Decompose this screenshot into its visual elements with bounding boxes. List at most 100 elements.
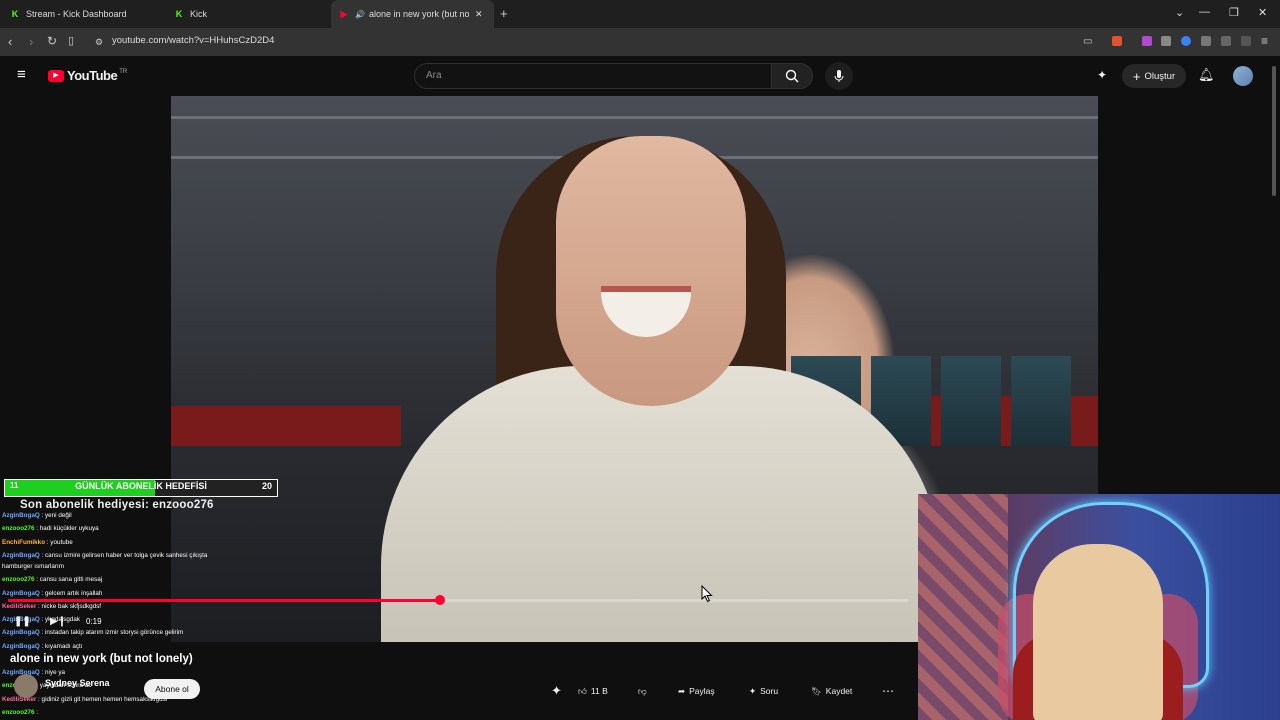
chat-message: AzginBogaQ : niye ya [2,669,65,676]
tab-search-icon[interactable]: ⌄ [1175,6,1184,19]
like-button[interactable]: 👍︎ 11 B [578,681,608,701]
region-code: TR [119,68,128,75]
close-tab-icon[interactable]: ✕ [475,9,483,20]
sub-goal-label: GÜNLÜK ABONELİK HEDEFİSİ [75,481,207,491]
train-window [941,356,1001,446]
save-label: Kaydet [825,686,853,696]
video-title: alone in new york (but not lonely) [10,653,193,665]
back-icon[interactable]: ‹ [8,34,12,49]
video-scrubber-handle[interactable] [435,595,445,605]
chat-message: EnchiFumikko : youtube [2,539,73,546]
current-time: 0:19 [86,617,102,626]
mouse-cursor-icon [701,585,713,603]
channel-name[interactable]: Sydney Serena [45,678,110,688]
search-input[interactable] [414,63,772,89]
dislike-button[interactable]: 👎︎ [638,681,647,701]
cast-icon[interactable]: ▭ [1083,36,1092,47]
more-actions-button[interactable]: ⋯ [882,681,894,701]
channel-avatar[interactable] [14,674,38,698]
close-window-icon[interactable]: ✕ [1258,6,1267,19]
voice-search-button[interactable] [825,62,853,90]
chat-message: enzooo276 : hadi küçükler uykuya [2,525,99,532]
sub-goal-target: 20 [262,481,273,491]
music-icon[interactable] [1221,36,1231,46]
reload-icon[interactable]: ↻ [47,34,57,48]
site-info-icon[interactable]: ⚙ [95,37,103,48]
video-subject-face [556,136,746,406]
chat-message: hamburger ısmarlarım [2,563,64,570]
studio-icon[interactable]: ✦ [1097,68,1107,82]
puzzle-icon[interactable] [1201,36,1211,46]
more-icon: ⋯ [882,684,894,698]
create-button[interactable]: + Oluştur [1122,64,1186,88]
sub-goal-current: 11 [10,481,19,490]
account-avatar[interactable] [1233,66,1253,86]
search-placeholder: Ara [426,70,442,81]
youtube-logo[interactable]: ▶ YouTube TR [48,68,127,83]
chat-message: KediliSeker : nicke bak skfjsdkgdsf [2,603,102,610]
speaker-icon: 🔊 [355,9,365,19]
share-button[interactable]: ➦ Paylaş [678,681,715,701]
like-count: 11 B [590,686,608,696]
logo-text: YouTube [67,68,118,83]
subscribe-button[interactable]: Abone ol [144,679,200,699]
forward-icon[interactable]: › [29,34,33,49]
chat-message: enzooo276 : cansu sana gitti mesaj [2,576,103,583]
thumbs-up-icon: 👍︎ [578,685,587,696]
thumbs-down-icon: 👎︎ [638,685,647,696]
bookmark-icon[interactable]: ▯ [68,34,74,47]
tab-kick-dashboard[interactable]: K Stream - Kick Dashboard [10,0,127,28]
maximize-icon[interactable]: ❐ [1229,6,1239,19]
notifications-bell-icon[interactable]: 🔔︎ [1198,67,1215,83]
sparkle-icon: ✦ [749,685,757,696]
hamburger-menu-icon[interactable]: ≡ [17,66,26,83]
brave-shield-icon[interactable] [1112,36,1122,46]
kick-icon: K [11,9,19,19]
chat-message: AzginBogaQ : cansu izmire gelirsen haber… [2,552,208,559]
share-label: Paylaş [689,686,715,696]
bookmark-icon: 🔖︎ [811,685,822,696]
minimize-icon[interactable]: — [1199,6,1210,18]
plus-icon: + [1132,68,1141,84]
address-bar[interactable]: youtube.com/watch?v=HHuhsCzD2D4 [112,35,274,46]
tab-label: Stream - Kick Dashboard [26,9,127,19]
chat-message: AzginBogaQ : instadan takip atarım izmir… [2,629,184,636]
youtube-logo-icon: ▶ [48,69,64,82]
wall-decor [918,494,1008,720]
youtube-icon: ▶ [340,8,348,19]
next-icon[interactable]: ▶❙ [50,616,66,627]
extension-icon[interactable] [1142,36,1152,46]
last-subscription-gift: Son abonelik hediyesi: enzooo276 [20,499,214,511]
create-label: Oluştur [1144,70,1176,82]
chat-message: AzginBogaQ : gelcem artık inşallah [2,590,103,597]
chat-message: AzginBogaQ : yeni değil [2,512,72,519]
streamer [1033,544,1163,720]
browser-tab-strip: K Stream - Kick Dashboard K Kick ▶ 🔊 alo… [0,0,1280,28]
share-icon: ➦ [678,685,686,696]
sparkle-icon[interactable]: ✦ [551,683,562,699]
pause-icon[interactable]: ❚❚ [14,616,31,627]
extension-icon[interactable] [1181,36,1191,46]
extension-icon[interactable] [1161,36,1171,46]
ask-label: Soru [760,686,779,696]
sidebar-icon[interactable] [1241,36,1251,46]
chat-message: enzooo276 : [2,709,39,716]
train-stripe [171,406,401,446]
ceiling-beam [171,116,1098,119]
search-icon [785,69,799,83]
kick-icon: K [175,9,183,19]
tab-kick[interactable]: K Kick [174,0,207,28]
train-window [1011,356,1071,446]
streamer-webcam [918,494,1280,720]
video-progress-played [8,599,440,602]
save-button[interactable]: 🔖︎ Kaydet [811,681,852,701]
new-tab-icon[interactable]: + [500,6,508,21]
menu-icon[interactable]: ≡ [1261,34,1268,48]
chat-message: AzginBogaQ : kıyamadı açtı [2,643,83,650]
microphone-icon [834,70,844,82]
search-button[interactable] [771,63,813,89]
tab-youtube-video[interactable]: ▶ 🔊 alone in new york (but not lo ✕ [331,0,494,28]
ask-button[interactable]: ✦ Soru [749,681,778,701]
page-scrollbar[interactable] [1272,66,1276,196]
tab-label: alone in new york (but not lo [368,9,469,19]
